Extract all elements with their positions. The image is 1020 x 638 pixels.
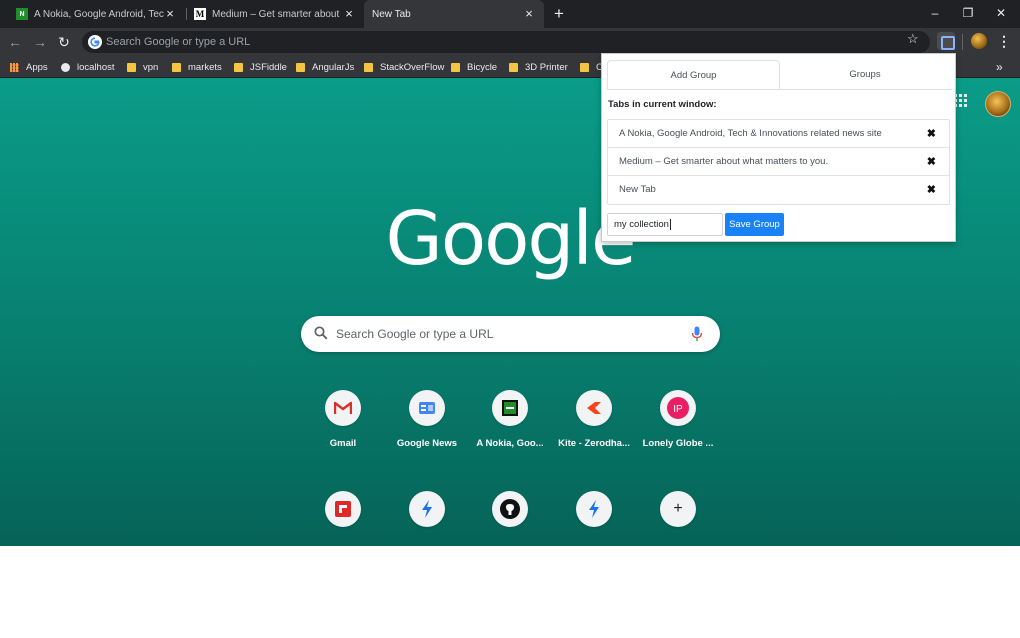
tab-title: Medium – Get smarter about wh: [212, 8, 342, 20]
bookmark-star-icon[interactable]: ☆: [907, 31, 919, 47]
bookmark-c[interactable]: C: [580, 56, 603, 78]
list-item-title: A Nokia, Google Android, Tech & Innovati…: [619, 128, 882, 139]
new-tab-plus-icon[interactable]: +: [550, 5, 568, 23]
remove-icon[interactable]: ✖: [927, 120, 936, 148]
svg-text:IP: IP: [673, 404, 683, 415]
tab-list: A Nokia, Google Android, Tech & Innovati…: [607, 119, 950, 205]
bookmark-label: JSFiddle: [250, 61, 287, 73]
bookmark-3d-printer[interactable]: 3D Printer: [509, 56, 568, 78]
profile-avatar-icon[interactable]: [971, 33, 987, 49]
nokia-favicon-icon: N: [16, 8, 28, 20]
bookmark-markets[interactable]: markets: [172, 56, 222, 78]
tab-groups[interactable]: Groups: [780, 60, 950, 90]
minimize-icon[interactable]: –: [925, 4, 945, 22]
restore-icon[interactable]: ❐: [958, 4, 978, 22]
flipboard-icon: [325, 491, 361, 527]
microphone-icon[interactable]: [691, 326, 703, 342]
list-item: Medium – Get smarter about what matters …: [608, 148, 949, 176]
forward-arrow-icon[interactable]: →: [31, 33, 49, 51]
kite-icon: [576, 390, 612, 426]
search-placeholder: Search Google or type a URL: [336, 327, 494, 341]
medium-favicon-icon: M: [194, 8, 206, 20]
lightning-icon: [576, 491, 612, 527]
bookmark-label: 3D Printer: [525, 61, 568, 73]
folder-icon: [172, 62, 181, 72]
close-tab-icon[interactable]: ×: [163, 7, 177, 21]
folder-icon: [296, 62, 305, 72]
folder-icon: [451, 62, 460, 72]
tab-add-group[interactable]: Add Group: [607, 60, 780, 90]
github-icon: [492, 491, 528, 527]
google-g-icon: [88, 35, 102, 49]
save-group-button[interactable]: Save Group: [725, 213, 784, 236]
bookmark-jsfiddle[interactable]: JSFiddle: [234, 56, 287, 78]
remove-icon[interactable]: ✖: [927, 148, 936, 176]
tab-groups-popup: Add Group Groups Tabs in current window:…: [601, 53, 956, 242]
browser-window: N A Nokia, Google Android, Tech & × M Me…: [0, 0, 1020, 638]
section-title: Tabs in current window:: [608, 99, 717, 110]
bookmark-bicycle[interactable]: Bicycle: [451, 56, 497, 78]
list-item-title: New Tab: [619, 184, 656, 195]
close-tab-icon[interactable]: ×: [342, 7, 356, 21]
reload-icon[interactable]: ↻: [55, 33, 73, 51]
apps-grid-icon: [10, 62, 19, 72]
group-name-value: my collection: [614, 219, 669, 230]
account-avatar[interactable]: [985, 91, 1011, 117]
folder-icon: [234, 62, 243, 72]
bookmark-label: Apps: [26, 61, 48, 73]
bookmark-label: localhost: [77, 61, 115, 73]
nokia-icon: [492, 390, 528, 426]
tab-nokia[interactable]: N A Nokia, Google Android, Tech & ×: [0, 0, 185, 28]
globe-icon: [61, 62, 70, 72]
list-item-title: Medium – Get smarter about what matters …: [619, 156, 829, 167]
gmail-icon: [325, 390, 361, 426]
search-icon: [314, 326, 328, 340]
group-name-input[interactable]: my collection: [607, 213, 723, 236]
google-apps-grid-icon[interactable]: [954, 94, 968, 108]
shortcut-label: Lonely Globe ...: [642, 438, 714, 449]
tab-medium[interactable]: M Medium – Get smarter about wh ×: [178, 0, 364, 28]
list-item: New Tab ✖: [608, 176, 949, 204]
google-news-icon: [409, 390, 445, 426]
tab-title: A Nokia, Google Android, Tech &: [34, 8, 164, 20]
remove-icon[interactable]: ✖: [927, 176, 936, 204]
text-caret: [669, 218, 671, 230]
lightning-icon: [409, 491, 445, 527]
tab-title: New Tab: [372, 8, 411, 20]
folder-icon: [364, 62, 373, 72]
omnibox-placeholder: Search Google or type a URL: [106, 36, 251, 48]
bookmark-vpn[interactable]: vpn: [127, 56, 158, 78]
bookmark-label: StackOverFlow: [380, 61, 445, 73]
close-tab-icon[interactable]: ×: [522, 7, 536, 21]
window-close-icon[interactable]: ✕: [991, 4, 1011, 22]
bookmark-label: Bicycle: [467, 61, 498, 73]
folder-icon: [127, 62, 136, 72]
ip-icon: IP: [660, 390, 696, 426]
bookmark-label: vpn: [143, 61, 159, 73]
tab-strip: N A Nokia, Google Android, Tech & × M Me…: [0, 0, 1020, 28]
omnibox[interactable]: Search Google or type a URL: [82, 31, 930, 53]
list-item: A Nokia, Google Android, Tech & Innovati…: [608, 120, 949, 148]
toolbar-separator: [962, 34, 963, 50]
back-arrow-icon[interactable]: ←: [6, 33, 24, 51]
add-shortcut-icon: +: [660, 491, 696, 527]
ntp-search-box[interactable]: Search Google or type a URL: [301, 316, 720, 352]
folder-icon: [580, 62, 589, 72]
bookmark-stackoverflow[interactable]: StackOverFlow: [364, 56, 444, 78]
bookmarks-overflow-icon[interactable]: »: [996, 56, 1003, 78]
tab-group-extension-icon[interactable]: [937, 32, 955, 50]
bookmark-label: AngularJs: [312, 61, 355, 73]
tabs-divider: [607, 89, 952, 90]
tab-new-tab[interactable]: New Tab ×: [364, 0, 544, 28]
toolbar: ← → ↻ Search Google or type a URL ☆ ⋮: [0, 28, 1020, 56]
bookmark-localhost[interactable]: localhost: [61, 56, 115, 78]
bookmark-label: markets: [188, 61, 222, 73]
chrome-menu-icon[interactable]: ⋮: [997, 32, 1011, 50]
folder-icon: [509, 62, 518, 72]
bookmark-apps[interactable]: Apps: [10, 56, 48, 78]
bookmark-angularjs[interactable]: AngularJs: [296, 56, 354, 78]
